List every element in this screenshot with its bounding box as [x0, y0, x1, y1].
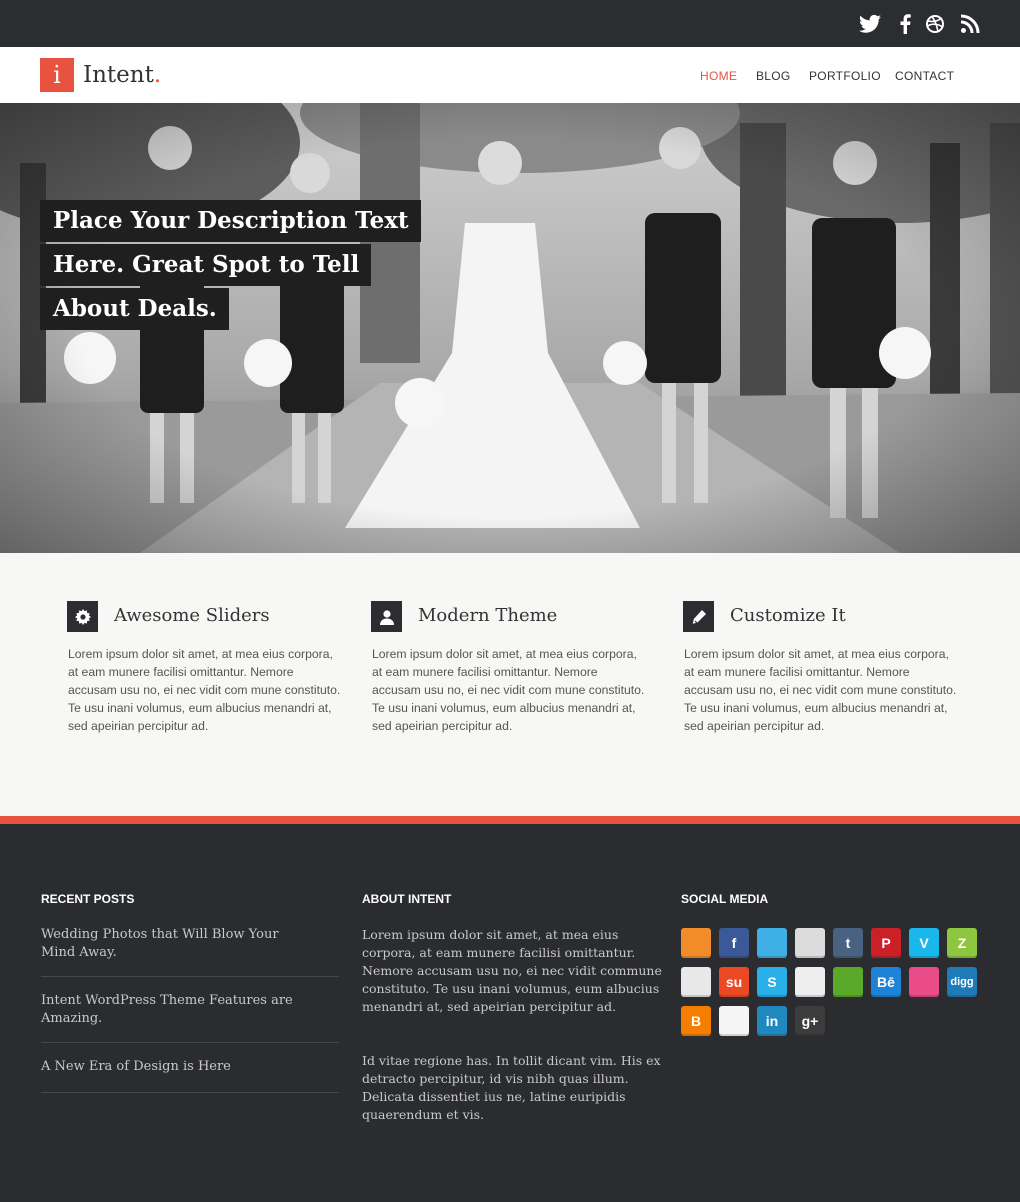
dribbble-icon[interactable]: [909, 967, 939, 997]
flickr-icon[interactable]: [719, 1006, 749, 1036]
gear-icon: [67, 601, 98, 632]
hero-caption-line-1: Place Your Description Text: [40, 200, 421, 242]
tumblr-icon[interactable]: t: [833, 928, 863, 958]
hero-slider[interactable]: Place Your Description Text Here. Great …: [0, 103, 1020, 553]
feature-text: Lorem ipsum dolor sit amet, at mea eius …: [684, 647, 957, 733]
feature-title: Awesome Sliders: [114, 605, 270, 626]
nav-portfolio[interactable]: PORTFOLIO: [809, 69, 881, 83]
hero-caption-line-3: About Deals.: [40, 288, 229, 330]
accent-divider: [0, 816, 1020, 824]
about-heading: ABOUT INTENT: [362, 892, 452, 906]
twitter-icon[interactable]: [757, 928, 787, 958]
facebook-icon[interactable]: f: [719, 928, 749, 958]
nav-home[interactable]: HOME: [700, 69, 737, 83]
feature-text: Lorem ipsum dolor sit amet, at mea eius …: [68, 647, 341, 733]
divider: [41, 1092, 339, 1093]
stumbleupon-icon[interactable]: su: [719, 967, 749, 997]
pinterest-icon[interactable]: P: [871, 928, 901, 958]
recent-post-link[interactable]: Wedding Photos that Will Blow Your Mind …: [41, 926, 311, 962]
pencil-icon: [683, 601, 714, 632]
divider: [41, 976, 339, 977]
twitter-icon[interactable]: [858, 12, 882, 36]
top-bar: [0, 0, 1020, 47]
rss-icon[interactable]: [958, 12, 982, 36]
about-paragraph: Id vitae regione has. In tollit dicant v…: [362, 1053, 661, 1122]
feature-text: Lorem ipsum dolor sit amet, at mea eius …: [372, 647, 645, 733]
header: i Intent. HOME BLOG PORTFOLIO CONTACT: [0, 47, 1020, 103]
recent-post-link[interactable]: A New Era of Design is Here: [41, 1058, 311, 1076]
linkedin-icon[interactable]: in: [757, 1006, 787, 1036]
recent-post-link[interactable]: Intent WordPress Theme Features are Amaz…: [41, 992, 311, 1028]
skype-icon[interactable]: S: [757, 967, 787, 997]
evernote-icon[interactable]: [833, 967, 863, 997]
digg-icon[interactable]: digg: [947, 967, 977, 997]
nav-blog[interactable]: BLOG: [756, 69, 791, 83]
logo-mark[interactable]: i: [40, 58, 74, 92]
zerply-icon[interactable]: Z: [947, 928, 977, 958]
about-paragraph: Lorem ipsum dolor sit amet, at mea eius …: [362, 927, 662, 1014]
site-name: Intent: [83, 62, 154, 88]
rss-icon[interactable]: [681, 928, 711, 958]
features-section: Awesome Sliders Lorem ipsum dolor sit am…: [0, 553, 1020, 816]
logo-text[interactable]: Intent.: [83, 58, 161, 92]
email-icon[interactable]: [795, 928, 825, 958]
recent-posts-heading: RECENT POSTS: [41, 892, 135, 906]
picasa-icon[interactable]: [681, 967, 711, 997]
facebook-icon[interactable]: [893, 12, 917, 36]
vimeo-icon[interactable]: V: [909, 928, 939, 958]
feature-title: Modern Theme: [418, 605, 558, 626]
blogger-icon[interactable]: B: [681, 1006, 711, 1036]
user-icon: [371, 601, 402, 632]
behance-icon[interactable]: Bē: [871, 967, 901, 997]
logo-dot: .: [153, 62, 162, 88]
hero-caption-line-2: Here. Great Spot to Tell: [40, 244, 372, 286]
dribbble-icon[interactable]: [923, 12, 947, 36]
google-plus-icon[interactable]: g+: [795, 1006, 825, 1036]
footer: RECENT POSTS Wedding Photos that Will Bl…: [0, 824, 1020, 1202]
reddit-icon[interactable]: [795, 967, 825, 997]
divider: [41, 1042, 339, 1043]
social-media-heading: SOCIAL MEDIA: [681, 892, 769, 906]
feature-title: Customize It: [730, 605, 846, 626]
nav-contact[interactable]: CONTACT: [895, 69, 954, 83]
